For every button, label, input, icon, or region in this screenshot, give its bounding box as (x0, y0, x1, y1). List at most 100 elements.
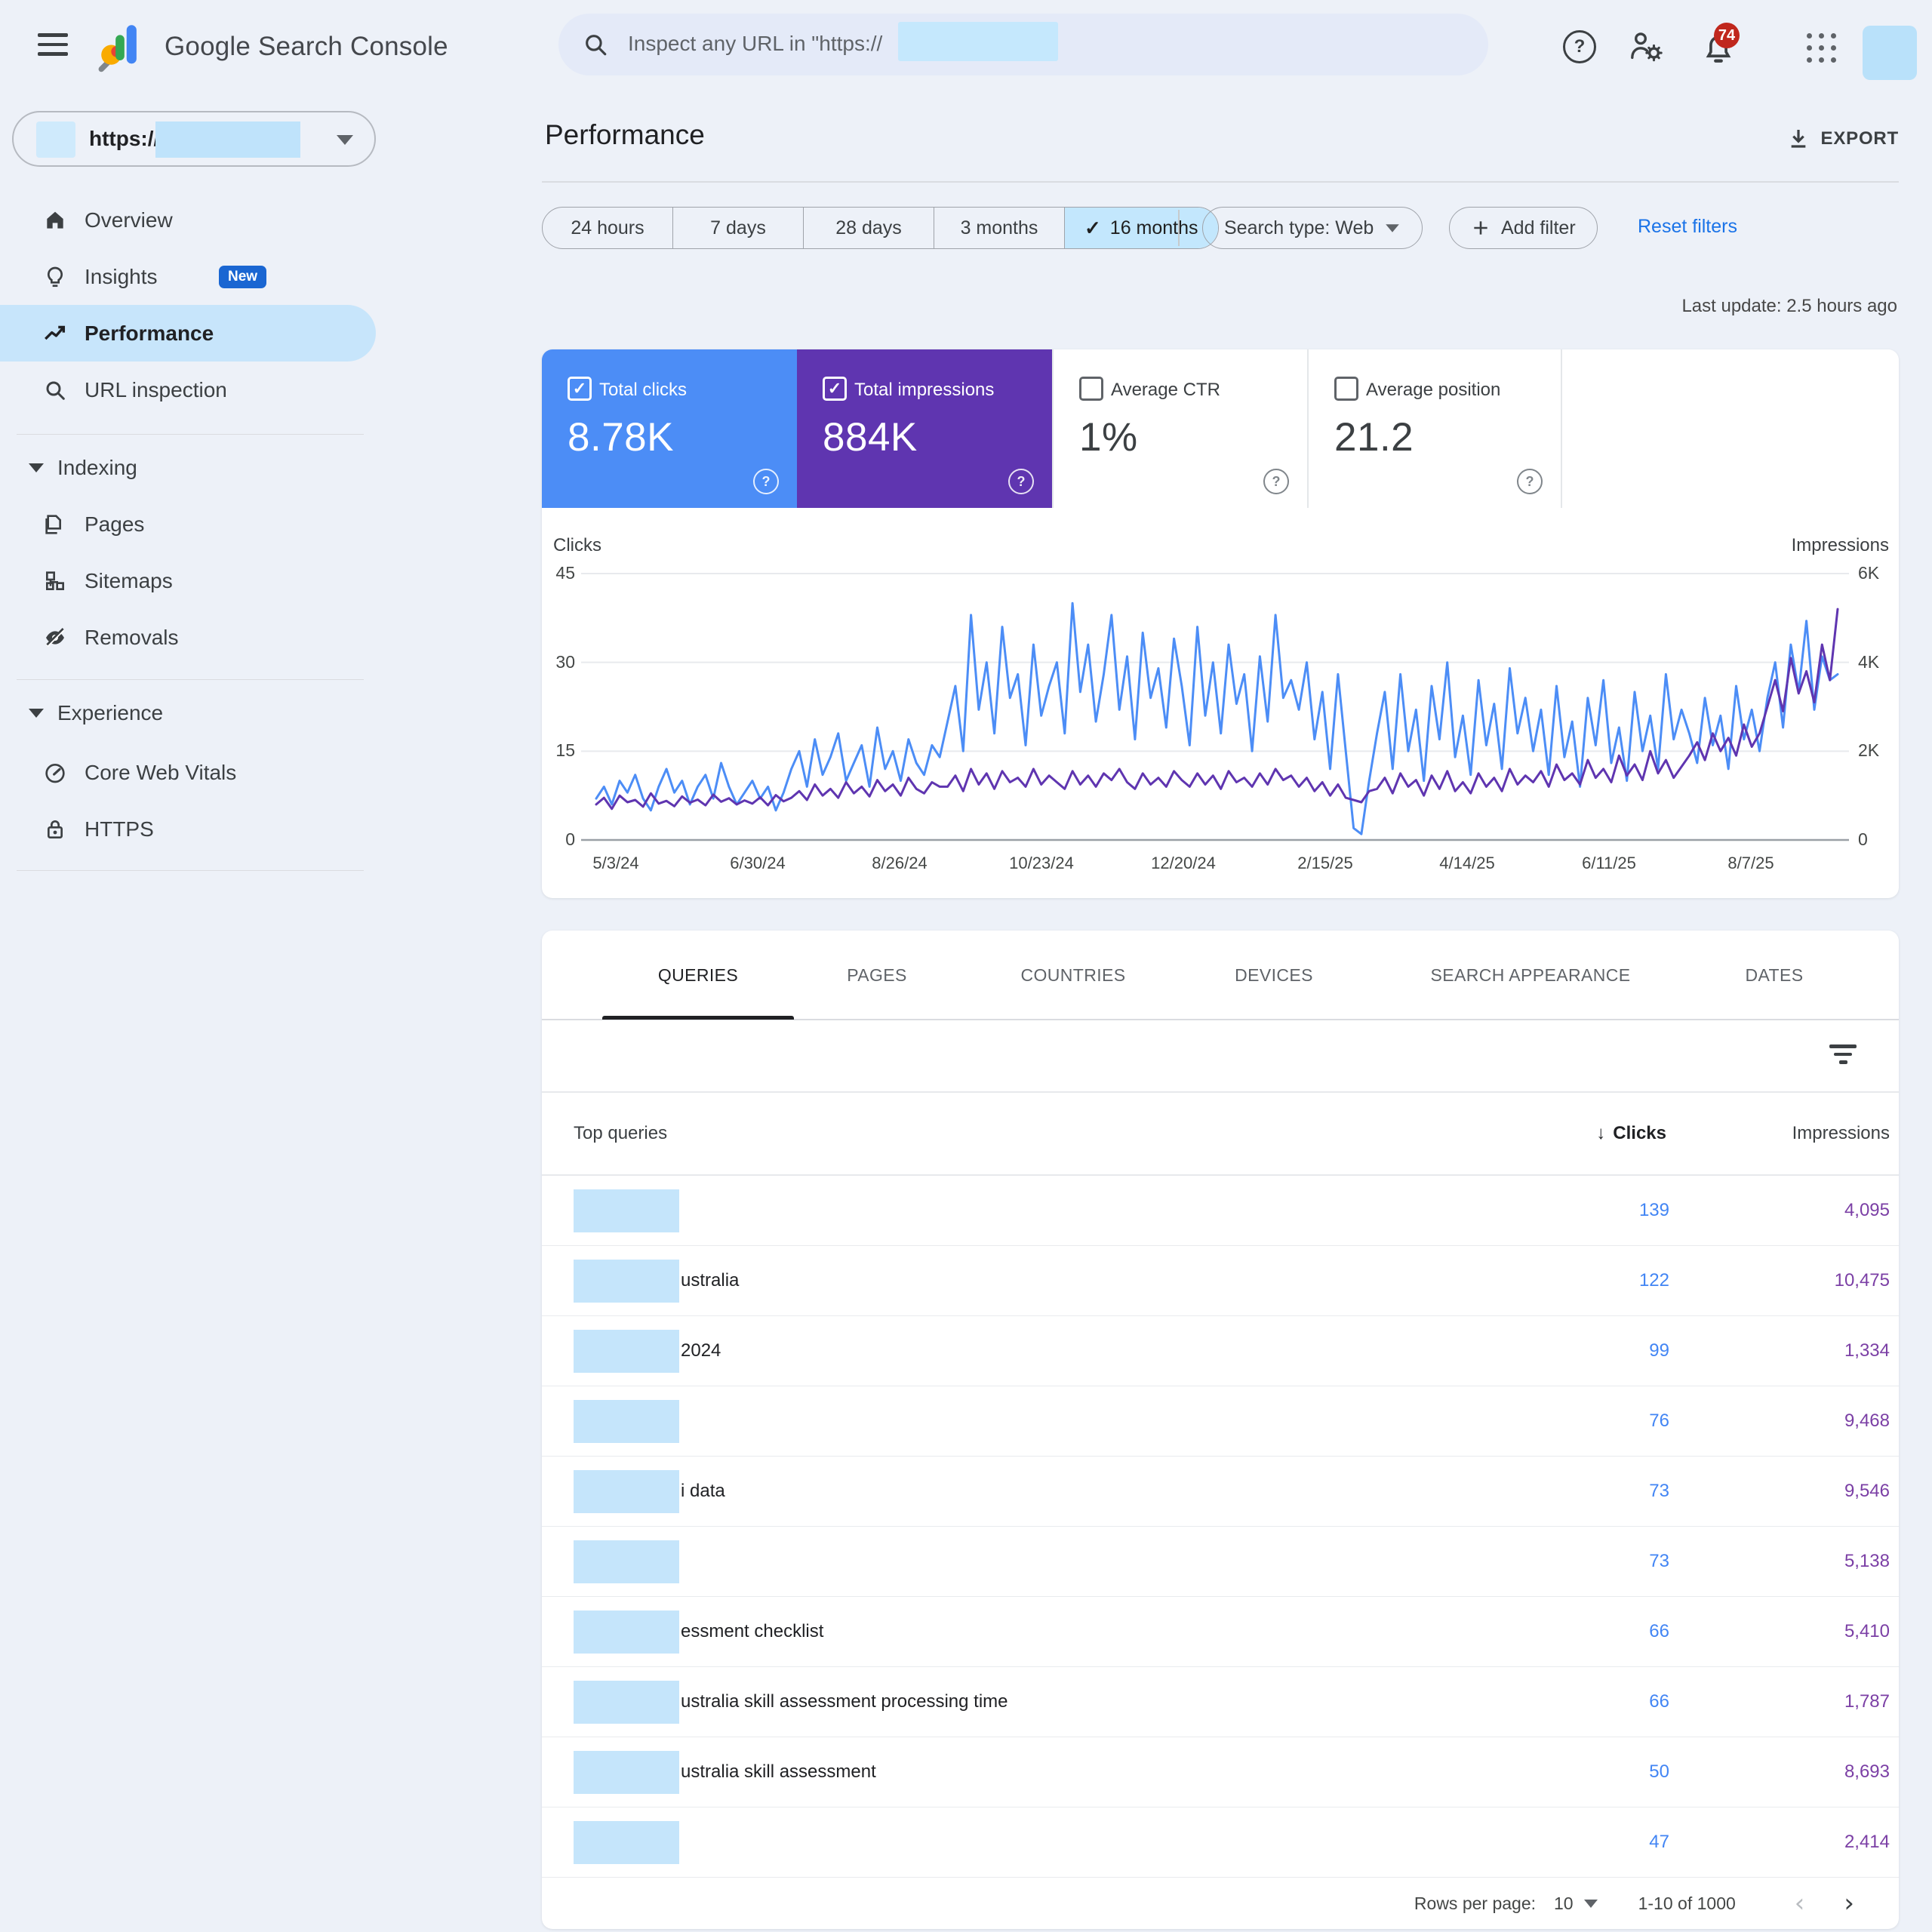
table-pagination: Rows per page: 10 1-10 of 1000 ‹ › (542, 1878, 1899, 1929)
table-row[interactable]: 47 2,414 (542, 1807, 1899, 1878)
x-axis-date-tick: 10/23/24 (1009, 854, 1074, 872)
active-tab-underline (602, 1016, 794, 1020)
redacted-query-box (574, 1611, 679, 1654)
tab-search-appearance[interactable]: SEARCH APPEARANCE (1431, 965, 1631, 986)
rows-per-page-dropdown[interactable]: 10 (1554, 1894, 1598, 1914)
reset-filters-link[interactable]: Reset filters (1638, 216, 1737, 238)
tab-dates[interactable]: DATES (1746, 965, 1804, 986)
range-7-days[interactable]: 7 days (673, 208, 804, 248)
range-16-months[interactable]: ✓ 16 months (1065, 208, 1218, 248)
y-axis-left-tick: 30 (555, 651, 575, 672)
previous-page-button[interactable]: ‹ (1784, 1890, 1816, 1916)
sidebar-item-sitemaps[interactable]: Sitemaps (0, 552, 376, 609)
property-domain-redacted (155, 122, 300, 158)
redacted-url-box (898, 22, 1058, 61)
table-row[interactable]: i data 73 9,546 (542, 1457, 1899, 1527)
range-24-hours[interactable]: 24 hours (543, 208, 673, 248)
x-axis-date-tick: 12/20/24 (1151, 854, 1216, 872)
y-axis-right-tick: 6K (1858, 563, 1880, 583)
search-icon (586, 35, 607, 56)
date-range-group: 24 hours 7 days 28 days 3 months ✓ 16 mo… (542, 207, 1219, 249)
table-row[interactable]: ustralia 122 10,475 (542, 1246, 1899, 1316)
redacted-query-box (574, 1821, 679, 1864)
section-indexing[interactable]: Indexing (0, 439, 376, 496)
y-axis-left-tick: 0 (565, 829, 575, 849)
tab-countries[interactable]: COUNTRIES (1020, 965, 1125, 986)
table-row[interactable]: 2024 99 1,334 (542, 1316, 1899, 1386)
x-axis-date-tick: 6/30/24 (730, 854, 786, 872)
divider (542, 181, 1899, 183)
column-top-queries: Top queries (574, 1123, 668, 1143)
dimension-tabs: QUERIES PAGES COUNTRIES DEVICES SEARCH A… (542, 931, 1899, 1020)
tab-queries[interactable]: QUERIES (658, 965, 738, 986)
range-28-days[interactable]: 28 days (804, 208, 934, 248)
search-placeholder: Inspect any URL in "https:// (628, 32, 883, 55)
google-search-console-performance-page: { "colors": { "clicks": "#4c8df6", "impr… (0, 0, 1932, 1932)
google-apps-grid-icon[interactable] (1807, 33, 1836, 63)
user-settings-icon[interactable] (1629, 30, 1663, 62)
property-scheme: https:// (89, 127, 160, 150)
plus-icon (1474, 221, 1487, 235)
pagination-range: 1-10 of 1000 (1638, 1893, 1736, 1913)
sidebar-item-pages[interactable]: Pages (0, 496, 376, 552)
y-axis-left-tick: 45 (555, 563, 575, 583)
table-row[interactable]: ustralia skill assessment processing tim… (542, 1667, 1899, 1737)
sidebar-item-url-inspection[interactable]: URL inspection (0, 361, 376, 418)
divider (17, 434, 364, 435)
sidebar-item-https[interactable]: HTTPS (0, 801, 376, 857)
table-row[interactable]: essment checklist 66 5,410 (542, 1597, 1899, 1667)
property-selector[interactable]: https:// (12, 111, 376, 167)
menu-icon[interactable] (38, 33, 68, 59)
sidebar-item-overview[interactable]: Overview (0, 192, 376, 248)
pages-icon (42, 512, 68, 537)
chevron-down-icon (1386, 223, 1400, 232)
redacted-query-box (574, 1330, 679, 1373)
y-axis-right-tick: 0 (1858, 829, 1868, 849)
sort-arrow-icon: ↓ (1596, 1123, 1606, 1143)
chevron-down-icon (29, 463, 44, 472)
redacted-query-box (574, 1470, 679, 1513)
x-axis-date-tick: 8/26/24 (872, 854, 928, 872)
search-icon (42, 377, 68, 403)
divider (17, 870, 364, 871)
range-3-months[interactable]: 3 months (934, 208, 1065, 248)
redacted-query-box (574, 1751, 679, 1794)
sidebar-item-core-web-vitals[interactable]: Core Web Vitals (0, 744, 376, 801)
search-type-dropdown[interactable]: Search type: Web (1202, 207, 1423, 249)
sidebar-item-removals[interactable]: Removals (0, 609, 376, 666)
download-icon (1791, 130, 1805, 148)
redacted-query-box (574, 1189, 679, 1232)
table-row[interactable]: ustralia skill assessment 50 8,693 (542, 1737, 1899, 1807)
url-inspect-searchbar[interactable]: Inspect any URL in "https:// (558, 14, 1488, 75)
next-page-button[interactable]: › (1833, 1890, 1865, 1916)
table-row[interactable]: 139 4,095 (542, 1176, 1899, 1246)
top-header: Google Search Console Inspect any URL in… (0, 0, 1932, 92)
sidebar-item-performance[interactable]: Performance (0, 305, 376, 361)
y-axis-right-tick: 4K (1858, 651, 1880, 672)
column-impressions[interactable]: Impressions (1792, 1123, 1890, 1144)
table-header: Top queries ↓ Clicks Impressions (542, 1093, 1899, 1176)
check-icon: ✓ (1084, 216, 1101, 239)
speedometer-icon (42, 760, 68, 786)
x-axis-date-tick: 6/11/25 (1582, 854, 1636, 872)
section-experience[interactable]: Experience (0, 685, 376, 741)
filter-list-icon[interactable] (1829, 1044, 1857, 1067)
performance-line-chart[interactable] (542, 349, 1899, 898)
help-button[interactable]: ? (1563, 30, 1596, 63)
divider (17, 679, 364, 680)
sidebar-item-insights[interactable]: Insights New (0, 248, 376, 305)
x-axis-date-tick: 8/7/25 (1727, 854, 1774, 872)
table-row[interactable]: 76 9,468 (542, 1386, 1899, 1457)
sidebar: https:// Overview Insights New Performan… (0, 92, 494, 1932)
tab-devices[interactable]: DEVICES (1235, 965, 1313, 986)
column-clicks-sort[interactable]: ↓ Clicks (1596, 1123, 1666, 1144)
x-axis-date-tick: 5/3/24 (592, 854, 639, 872)
table-row[interactable]: 73 5,138 (542, 1527, 1899, 1597)
account-avatar[interactable] (1863, 26, 1917, 80)
table-filter-row (542, 1020, 1899, 1093)
add-filter-button[interactable]: Add filter (1449, 207, 1598, 249)
home-icon (42, 208, 68, 233)
tab-pages[interactable]: PAGES (847, 965, 907, 986)
notifications-bell-icon[interactable]: 74 (1702, 23, 1740, 66)
export-button[interactable]: EXPORT (1786, 127, 1899, 151)
